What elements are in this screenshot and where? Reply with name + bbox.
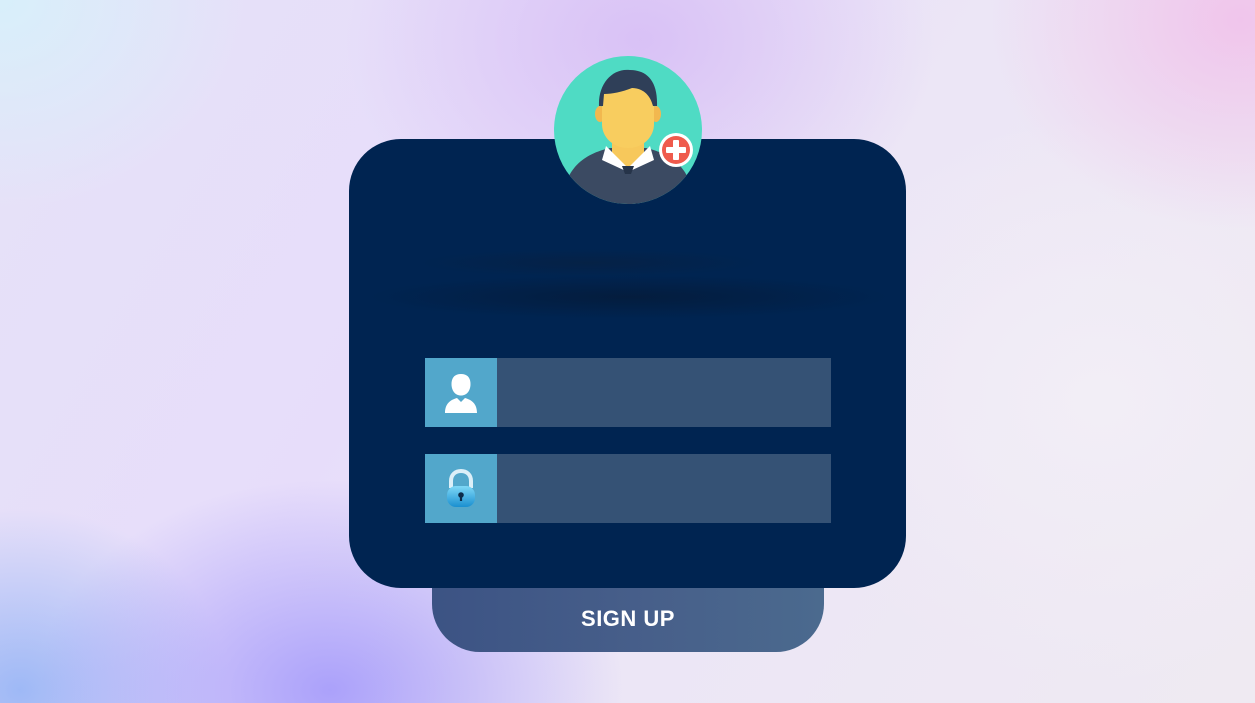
password-icon-box — [425, 454, 497, 523]
password-input[interactable] — [497, 454, 831, 523]
username-input[interactable] — [497, 358, 831, 427]
user-icon — [445, 374, 477, 413]
signup-button-label: SIGN UP — [581, 606, 675, 631]
username-icon-box — [425, 358, 497, 427]
lock-icon — [447, 468, 475, 507]
username-field[interactable] — [425, 358, 831, 427]
blurred-heading-area — [349, 237, 906, 332]
add-user-avatar-icon — [554, 56, 702, 204]
signup-card — [349, 139, 906, 588]
password-field[interactable] — [425, 454, 831, 523]
